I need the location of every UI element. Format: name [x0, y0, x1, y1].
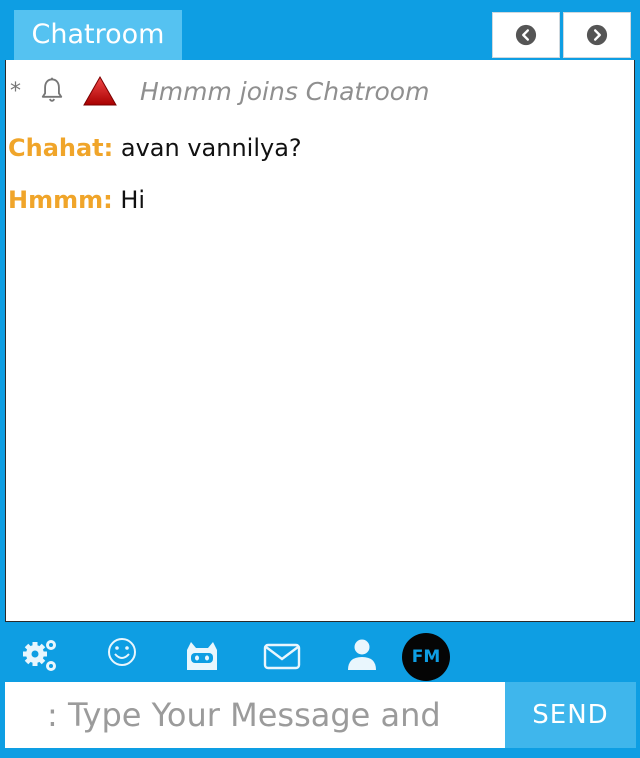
- message-input-wrapper: [5, 682, 505, 748]
- smiley-icon: [108, 638, 136, 666]
- chevron-left-circle-icon: [515, 24, 537, 46]
- star-marker: *: [10, 78, 21, 104]
- warning-triangle-icon: [83, 75, 117, 106]
- chat-app: Chatroom * Hmmm joins Chatroom Chahat: a…: [0, 0, 640, 758]
- message-input[interactable]: [5, 682, 505, 748]
- chat-message: Hmmm: Hi: [8, 186, 145, 214]
- settings-button[interactable]: [18, 634, 62, 678]
- chat-messages-area[interactable]: * Hmmm joins Chatroom Chahat: avan vanni…: [5, 60, 635, 622]
- emoji-button[interactable]: [100, 630, 144, 674]
- fm-radio-icon[interactable]: FM: [402, 633, 450, 681]
- system-message-text: Hmmm joins Chatroom: [140, 76, 430, 106]
- send-button[interactable]: SEND: [505, 682, 636, 748]
- bell-icon[interactable]: [38, 76, 66, 106]
- gears-icon: [23, 640, 56, 671]
- user-button[interactable]: [340, 632, 384, 676]
- chat-toolbar: FM: [0, 624, 640, 681]
- message-sender[interactable]: Chahat:: [8, 134, 113, 162]
- room-tab[interactable]: Chatroom: [14, 10, 182, 60]
- system-message-row: * Hmmm joins Chatroom: [6, 74, 429, 108]
- prev-button[interactable]: [492, 12, 560, 58]
- message-text: avan vannilya?: [120, 134, 302, 162]
- mail-button[interactable]: [260, 634, 304, 678]
- chevron-right-circle-icon: [586, 24, 608, 46]
- header-bar: Chatroom: [0, 0, 640, 60]
- message-text: Hi: [120, 186, 146, 214]
- cat-icon: [187, 642, 217, 670]
- next-button[interactable]: [563, 12, 631, 58]
- mail-icon: [263, 643, 301, 670]
- chat-message: Chahat: avan vannilya?: [8, 134, 302, 162]
- cat-button[interactable]: [180, 634, 224, 678]
- message-sender[interactable]: Hmmm:: [8, 186, 113, 214]
- user-icon: [348, 639, 376, 670]
